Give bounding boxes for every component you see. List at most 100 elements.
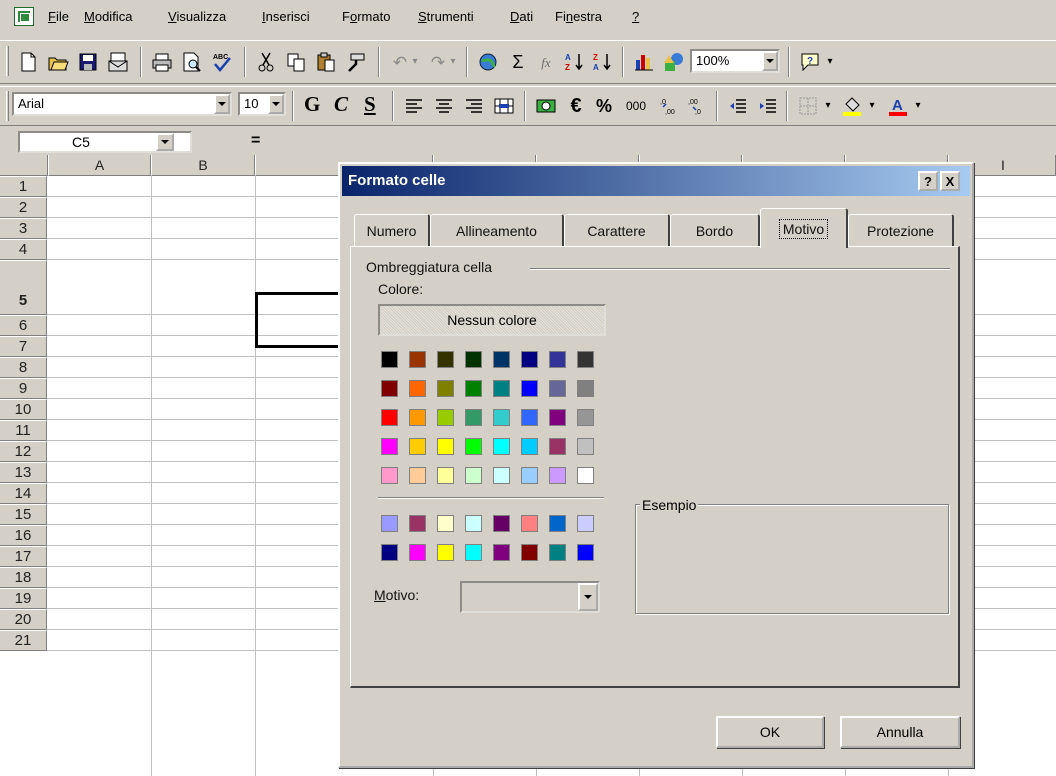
color-swatch[interactable] [521, 438, 538, 455]
borders-icon[interactable] [794, 92, 822, 120]
tab-carattere[interactable]: Carattere [564, 214, 670, 247]
chart-wizard-icon[interactable] [630, 48, 658, 76]
pattern-select[interactable] [460, 581, 600, 613]
menu-dati[interactable]: Dati [510, 9, 533, 24]
close-button[interactable]: X [940, 171, 960, 191]
color-swatch[interactable] [409, 351, 426, 368]
color-swatch[interactable] [493, 467, 510, 484]
color-swatch[interactable] [409, 380, 426, 397]
row-header[interactable]: 11 [0, 420, 47, 441]
chevron-down-icon[interactable] [762, 51, 778, 71]
color-swatch[interactable] [577, 515, 594, 532]
currency-euro-style-icon[interactable] [532, 92, 560, 120]
euro-button[interactable]: € [562, 92, 590, 120]
row-header[interactable]: 13 [0, 462, 47, 483]
font-size-select[interactable]: 10 [238, 92, 286, 116]
borders-dropdown-icon[interactable]: ▾ [822, 92, 834, 120]
color-swatch[interactable] [465, 351, 482, 368]
cancel-button[interactable]: Annulla [840, 716, 960, 748]
tab-bordo[interactable]: Bordo [670, 214, 760, 247]
row-header[interactable]: 10 [0, 399, 47, 420]
row-header[interactable]: 14 [0, 483, 47, 504]
underline-button[interactable]: S [364, 92, 376, 117]
font-color-icon[interactable]: A [884, 92, 912, 120]
row-header[interactable]: 17 [0, 546, 47, 567]
office-assistant-icon[interactable]: ? [796, 48, 824, 76]
hyperlink-icon[interactable] [474, 48, 502, 76]
color-swatch[interactable] [549, 515, 566, 532]
toolbar-grip[interactable] [6, 91, 9, 121]
row-header[interactable]: 16 [0, 525, 47, 546]
align-center-icon[interactable] [430, 92, 458, 120]
color-swatch[interactable] [577, 409, 594, 426]
excel-app-icon[interactable] [14, 7, 34, 26]
row-header[interactable]: 8 [0, 357, 47, 378]
color-swatch[interactable] [549, 351, 566, 368]
font-name-select[interactable]: Arial [12, 92, 232, 116]
italic-button[interactable]: C [334, 92, 348, 117]
fill-color-dropdown-icon[interactable]: ▾ [866, 92, 878, 120]
help-button[interactable]: ? [918, 171, 938, 191]
color-swatch[interactable] [549, 409, 566, 426]
row-header[interactable]: 3 [0, 218, 47, 239]
row-header[interactable]: 18 [0, 567, 47, 588]
color-swatch[interactable] [437, 380, 454, 397]
color-swatch[interactable] [437, 409, 454, 426]
color-swatch[interactable] [549, 467, 566, 484]
no-color-button[interactable]: Nessun colore [378, 304, 606, 336]
color-swatch[interactable] [521, 380, 538, 397]
color-swatch[interactable] [521, 515, 538, 532]
font-color-dropdown-icon[interactable]: ▾ [912, 92, 924, 120]
column-header[interactable]: B [151, 155, 255, 176]
color-swatch[interactable] [577, 544, 594, 561]
toolbar-options-icon[interactable]: ▾ [824, 48, 836, 76]
undo-dropdown-icon[interactable]: ▾ [408, 48, 422, 76]
color-swatch[interactable] [437, 515, 454, 532]
menu-formato[interactable]: Formato [342, 9, 390, 24]
increase-indent-icon[interactable] [754, 92, 782, 120]
tab-allineamento[interactable]: Allineamento [430, 214, 564, 247]
toolbar-grip[interactable] [6, 46, 9, 76]
color-swatch[interactable] [381, 409, 398, 426]
color-swatch[interactable] [549, 438, 566, 455]
autosum-icon[interactable]: Σ [504, 48, 532, 76]
color-swatch[interactable] [521, 409, 538, 426]
email-icon[interactable] [104, 48, 132, 76]
tab-protezione[interactable]: Protezione [848, 214, 954, 247]
color-swatch[interactable] [577, 380, 594, 397]
copy-icon[interactable] [282, 48, 310, 76]
menu-file[interactable]: File [48, 9, 69, 24]
color-swatch[interactable] [381, 544, 398, 561]
color-swatch[interactable] [577, 438, 594, 455]
bold-button[interactable]: G [304, 92, 320, 117]
color-swatch[interactable] [409, 467, 426, 484]
active-cell[interactable] [255, 292, 342, 348]
color-swatch[interactable] [465, 515, 482, 532]
color-swatch[interactable] [437, 438, 454, 455]
color-swatch[interactable] [437, 351, 454, 368]
cut-icon[interactable] [252, 48, 280, 76]
color-swatch[interactable] [465, 409, 482, 426]
fill-color-icon[interactable] [838, 92, 866, 120]
row-header[interactable]: 20 [0, 609, 47, 630]
align-left-icon[interactable] [400, 92, 428, 120]
color-swatch[interactable] [549, 380, 566, 397]
color-swatch[interactable] [381, 438, 398, 455]
color-swatch[interactable] [381, 467, 398, 484]
color-swatch[interactable] [521, 351, 538, 368]
color-swatch[interactable] [465, 467, 482, 484]
chevron-down-icon[interactable] [268, 94, 284, 114]
chevron-down-icon[interactable] [578, 583, 598, 611]
menu-strumenti[interactable]: Strumenti [418, 9, 474, 24]
color-swatch[interactable] [493, 544, 510, 561]
color-swatch[interactable] [381, 515, 398, 532]
column-header[interactable]: A [48, 155, 151, 176]
save-icon[interactable] [74, 48, 102, 76]
color-swatch[interactable] [493, 380, 510, 397]
menu-visualizza[interactable]: Visualizza [168, 9, 226, 24]
color-swatch[interactable] [521, 467, 538, 484]
row-header[interactable]: 1 [0, 176, 47, 197]
select-all-corner[interactable] [0, 155, 48, 176]
menu-inserisci[interactable]: Inserisci [262, 9, 310, 24]
new-document-icon[interactable] [14, 48, 42, 76]
